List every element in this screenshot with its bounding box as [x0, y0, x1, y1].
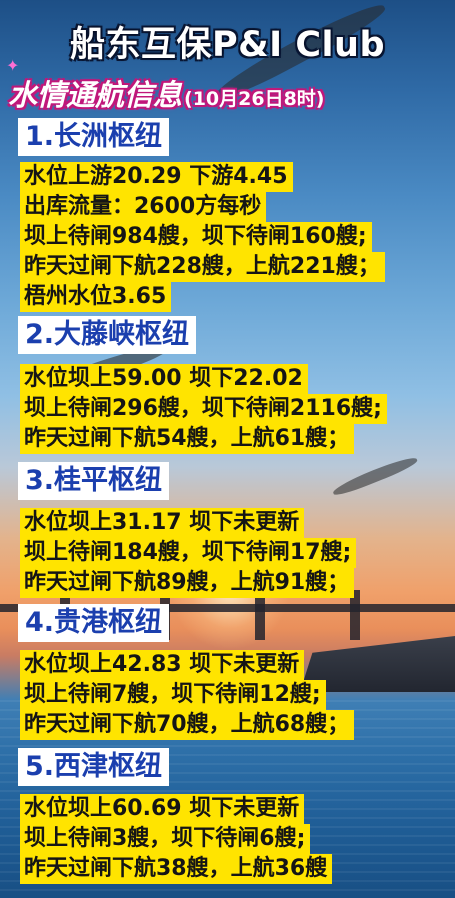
- page-subtitle: 水情通航信息 (10月26日8时): [8, 72, 324, 114]
- info-line: 水位上游20.29 下游4.45: [20, 162, 293, 192]
- section-info-guiping: 水位坝上31.17 坝下未更新 坝上待闸184艘，坝下待闸17艘; 昨天过闸下航…: [20, 508, 357, 598]
- info-line: 坝上待闸296艘，坝下待闸2116艘;: [20, 394, 387, 424]
- info-line: 昨天过闸下航228艘，上航221艘；: [20, 252, 385, 282]
- info-line: 坝上待闸7艘，坝下待闸12艘;: [20, 680, 326, 710]
- info-line: 出库流量：2600方每秒: [20, 192, 267, 222]
- info-line: 昨天过闸下航70艘，上航68艘；: [20, 710, 355, 740]
- subtitle-text: 水情通航信息: [8, 78, 183, 112]
- section-info-guigang: 水位坝上42.83 坝下未更新 坝上待闸7艘，坝下待闸12艘; 昨天过闸下航70…: [20, 650, 355, 740]
- info-line: 水位坝上60.69 坝下未更新: [20, 794, 305, 824]
- info-line: 坝上待闸984艘，坝下待闸160艘;: [20, 222, 372, 252]
- seagull-image: [331, 453, 419, 499]
- info-line: 梧州水位3.65: [20, 282, 172, 312]
- section-heading-datengxia: 2.大藤峡枢纽: [18, 316, 197, 354]
- info-line: 昨天过闸下航38艘，上航36艘: [20, 854, 333, 884]
- info-line: 水位坝上31.17 坝下未更新: [20, 508, 305, 538]
- update-time: (10月26日8时): [184, 88, 325, 110]
- info-line: 水位坝上42.83 坝下未更新: [20, 650, 305, 680]
- info-line: 水位坝上59.00 坝下22.02: [20, 364, 308, 394]
- info-line: 昨天过闸下航89艘，上航91艘；: [20, 568, 355, 598]
- info-line: 昨天过闸下航54艘，上航61艘；: [20, 424, 355, 454]
- info-line: 坝上待闸184艘，坝下待闸17艘;: [20, 538, 357, 568]
- section-heading-changzhou: 1.长洲枢纽: [18, 118, 170, 156]
- info-line: 坝上待闸3艘，坝下待闸6艘;: [20, 824, 311, 854]
- section-heading-guigang: 4.贵港枢纽: [18, 604, 170, 642]
- page-title: 船东互保P&I Club: [69, 25, 386, 65]
- section-info-datengxia: 水位坝上59.00 坝下22.02 坝上待闸296艘，坝下待闸2116艘; 昨天…: [20, 364, 387, 454]
- section-heading-guiping: 3.桂平枢纽: [18, 462, 170, 500]
- section-info-xijin: 水位坝上60.69 坝下未更新 坝上待闸3艘，坝下待闸6艘; 昨天过闸下航38艘…: [20, 794, 333, 884]
- section-info-changzhou: 水位上游20.29 下游4.45 出库流量：2600方每秒 坝上待闸984艘，坝…: [20, 162, 385, 312]
- section-heading-xijin: 5.西津枢纽: [18, 748, 170, 786]
